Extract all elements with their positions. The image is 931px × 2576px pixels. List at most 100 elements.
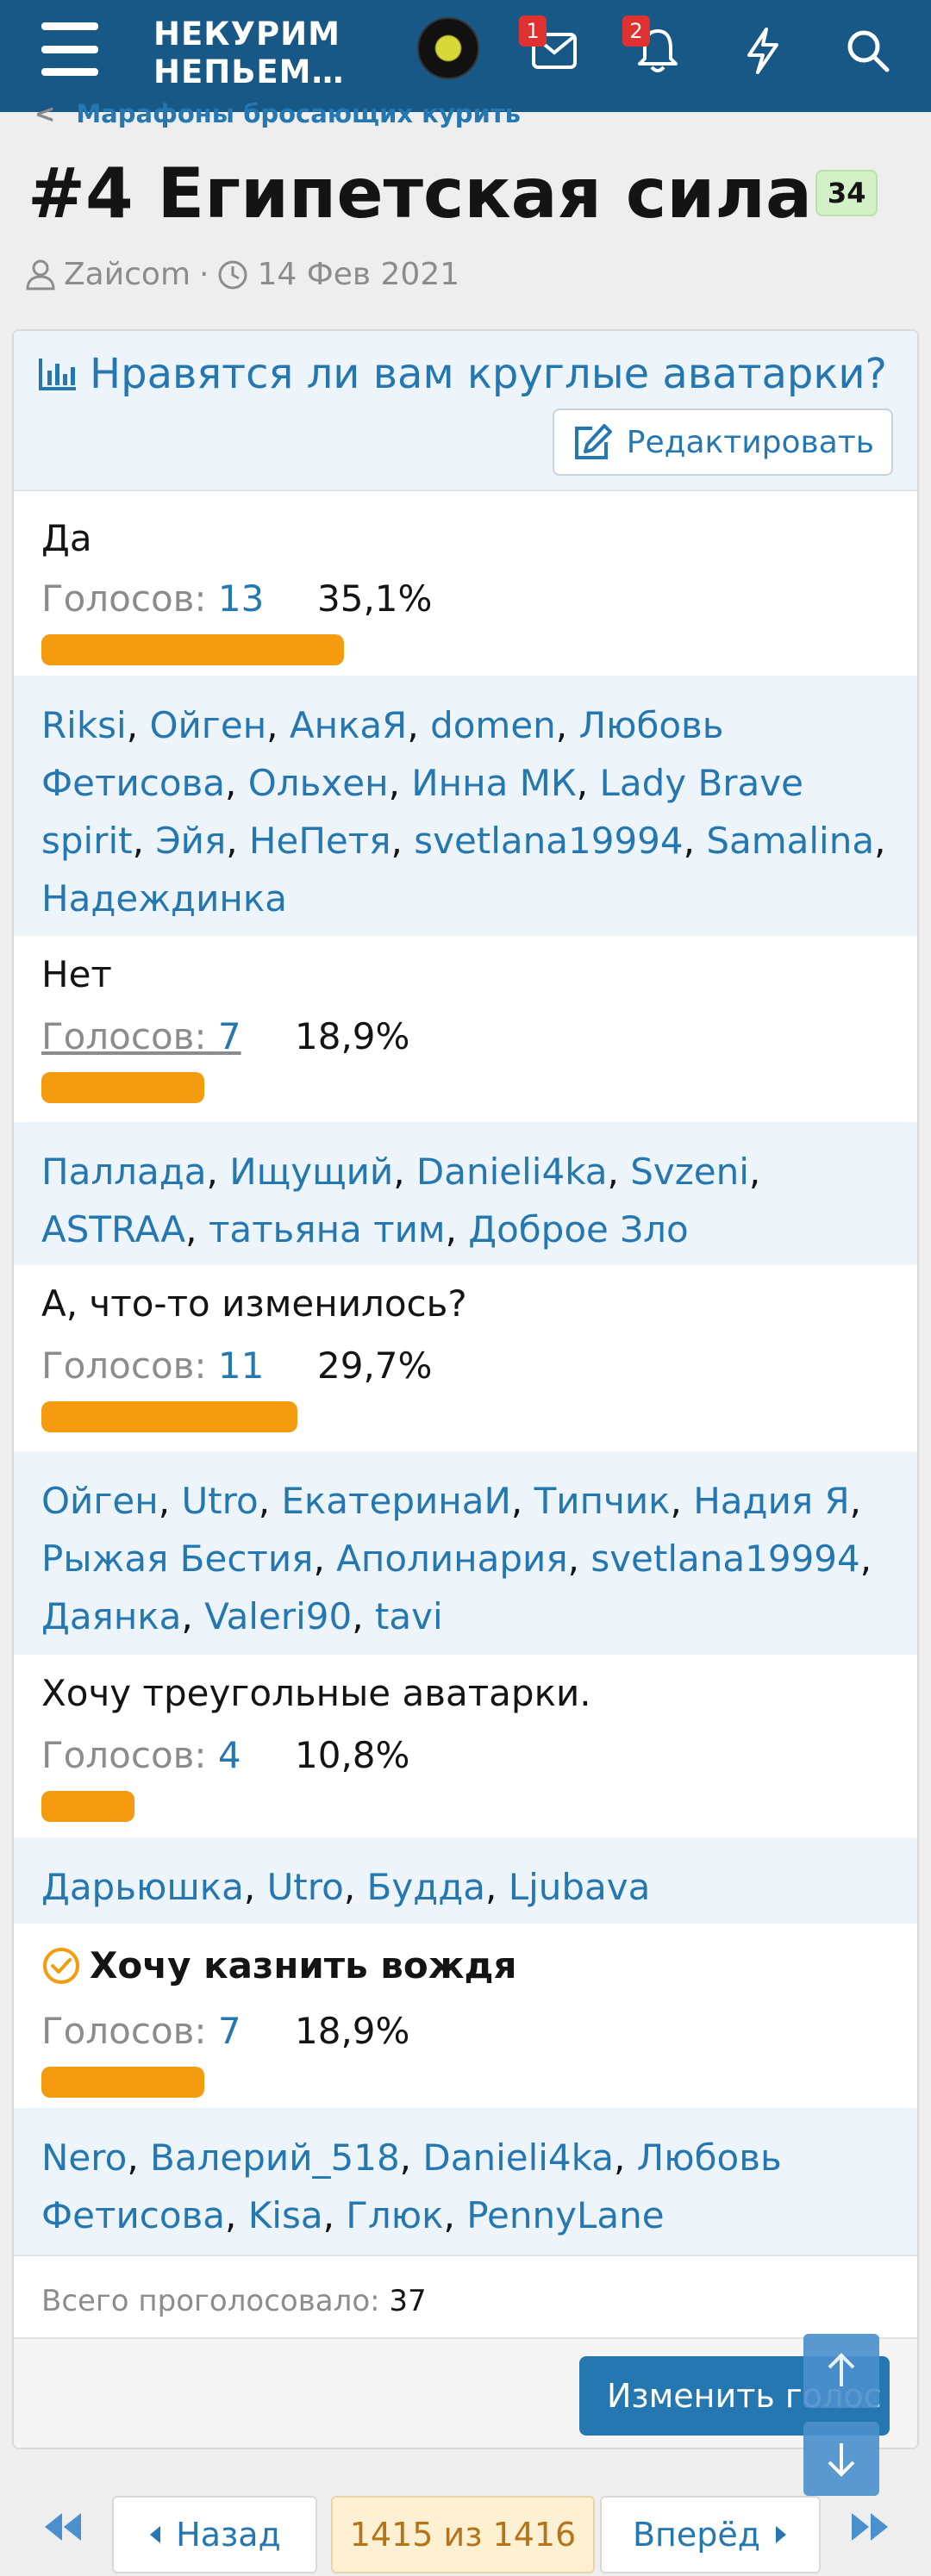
breadcrumb-label: Марафоны бросающих курить (76, 99, 521, 128)
poll-option-label: Хочу казнить вождя (41, 1944, 516, 1987)
site-logo[interactable]: НЕКУРИМ НЕПЬЕМ… (153, 16, 345, 91)
poll-option-label: А, что-то изменилось? (41, 1282, 467, 1325)
vote-percent: 18,9% (295, 2010, 410, 2052)
voter-link[interactable]: Riksi (41, 704, 127, 746)
voter-link[interactable]: Ойген (41, 1480, 159, 1522)
bell-icon[interactable]: 2 (622, 16, 688, 81)
voter-link[interactable]: Эйя (155, 820, 226, 862)
voter-link[interactable]: Даянка (41, 1595, 181, 1637)
first-page-icon[interactable] (43, 2508, 83, 2552)
thread-badge: 34 (815, 170, 878, 217)
breadcrumb[interactable]: < Марафоны бросающих курить (34, 99, 521, 128)
menu-icon[interactable] (41, 22, 98, 76)
vote-count[interactable]: Голосов: 11 (41, 1344, 264, 1387)
scroll-up-button[interactable] (803, 2334, 879, 2408)
voter-link[interactable]: PennyLane (466, 2194, 664, 2236)
voter-link[interactable]: Рыжая Бестия (41, 1537, 313, 1580)
voter-link[interactable]: ASTRAA (41, 1208, 185, 1251)
messages-icon[interactable]: 1 (519, 16, 584, 81)
voter-link[interactable]: Инна МК (411, 762, 576, 804)
voter-link[interactable]: Ljubava (509, 1866, 651, 1908)
poll-question: Нравятся ли вам круглые аватарки? (38, 350, 887, 398)
voter-link[interactable]: Ойген (149, 704, 266, 746)
voter-link[interactable]: svetlana19994 (590, 1537, 859, 1580)
voter-link[interactable]: татьяна тим (209, 1208, 446, 1251)
voter-link[interactable]: ЕкатеринаИ (281, 1480, 511, 1522)
votes-number: 7 (217, 2010, 241, 2052)
voter-link[interactable]: Utro (267, 1866, 344, 1908)
voter-link[interactable]: Kisa (248, 2194, 323, 2236)
voter-link[interactable]: svetlana19994 (414, 820, 683, 862)
voter-link[interactable]: Глюк (346, 2194, 443, 2236)
voter-link[interactable]: Надеждинка (41, 877, 287, 920)
search-icon[interactable] (838, 21, 898, 81)
caret-left-icon (150, 2526, 161, 2543)
voter-link[interactable]: domen (430, 704, 556, 746)
voter-link[interactable]: Ольхен (248, 762, 389, 804)
thread-author[interactable]: Zайcom (64, 257, 191, 292)
voter-link[interactable]: Danieli4ka (422, 2136, 614, 2179)
vote-count[interactable]: Голосов: 7 (41, 1015, 241, 1057)
voter-link[interactable]: Валерий_518 (150, 2136, 400, 2179)
voter-link[interactable]: Utro (181, 1480, 258, 1522)
total-votes: Всего проголосовало: 37 (14, 2255, 917, 2336)
voter-link[interactable]: Ищущий (229, 1151, 393, 1193)
voter-link[interactable]: Надия Я (693, 1480, 849, 1522)
vote-count[interactable]: Голосов: 7 (41, 2010, 241, 2052)
voter-link[interactable]: Danieli4ka (416, 1151, 608, 1193)
voter-link[interactable]: Nero (41, 2136, 127, 2179)
votes-label: Голосов: (41, 1734, 207, 1776)
votes-label: Голосов: (41, 1344, 207, 1387)
vote-percent: 18,9% (295, 1015, 410, 1057)
voter-link[interactable]: Доброе Зло (468, 1208, 688, 1251)
prev-page-label: Назад (176, 2516, 281, 2554)
vote-bar (41, 1401, 297, 1432)
voters-list: Ойген, Utro, ЕкатеринаИ, Типчик, Надия Я… (14, 1451, 917, 1655)
vote-bar (41, 634, 344, 665)
poll-block: Нравятся ли вам круглые аватарки? Редакт… (12, 329, 919, 2449)
voter-link[interactable]: АнкаЯ (290, 704, 407, 746)
poll-footer: Изменить голос (14, 2337, 917, 2448)
arrow-down-icon (828, 2443, 855, 2477)
vote-count[interactable]: Голосов: 4 (41, 1734, 241, 1776)
check-circle-icon (43, 1947, 79, 1984)
vote-percent: 10,8% (295, 1734, 410, 1776)
edit-button[interactable]: Редактировать (552, 409, 893, 476)
current-page[interactable]: 1415 из 1416 (331, 2496, 595, 2573)
voter-link[interactable]: Аполинария (336, 1537, 567, 1580)
edit-label: Редактировать (626, 424, 874, 460)
prev-page-button[interactable]: Назад (112, 2496, 317, 2573)
edit-icon (574, 424, 612, 459)
next-page-label: Вперёд (632, 2516, 761, 2554)
votes-label: Голосов: (41, 577, 207, 620)
voter-link[interactable]: Samalina (706, 820, 874, 862)
voter-link[interactable]: Дарьюшка (41, 1866, 244, 1908)
voter-link[interactable]: НеПетя (249, 820, 391, 862)
lightning-icon[interactable] (733, 21, 793, 81)
pagination: Назад 1415 из 1416 Вперёд (0, 2496, 931, 2576)
poll-option-label: Да (41, 517, 92, 559)
voters-list: Nero, Валерий_518, Danieli4ka, Любовь Фе… (14, 2108, 917, 2255)
scroll-down-button[interactable] (803, 2422, 879, 2496)
user-avatar[interactable] (417, 17, 479, 79)
bar-chart-icon (39, 359, 76, 390)
voter-link[interactable]: Svzeni (630, 1151, 749, 1193)
voter-link[interactable]: Типчик (534, 1480, 671, 1522)
voter-link[interactable]: Паллада (41, 1151, 207, 1193)
voter-link[interactable]: tavi (375, 1595, 443, 1637)
voter-link[interactable]: Будда (367, 1866, 485, 1908)
alerts-badge: 2 (622, 16, 650, 47)
next-page-button[interactable]: Вперёд (600, 2496, 821, 2573)
vote-count[interactable]: Голосов: 13 (41, 577, 264, 620)
voter-link[interactable]: Valeri90 (204, 1595, 352, 1637)
messages-badge: 1 (519, 16, 547, 47)
last-page-icon[interactable] (850, 2508, 890, 2552)
top-navigation-bar: НЕКУРИМ НЕПЬЕМ… 1 2 (0, 0, 931, 112)
total-votes-number: 37 (389, 2284, 427, 2318)
poll-option-label-text: Хочу казнить вождя (90, 1944, 517, 1987)
logo-line-2: НЕПЬЕМ… (153, 53, 345, 90)
thread-date[interactable]: 14 Фев 2021 (257, 257, 459, 292)
caret-right-icon (776, 2526, 787, 2543)
thread-title-text: #4 Египетская сила (28, 153, 812, 234)
thread-meta: Zайcom · 14 Фев 2021 (26, 257, 459, 292)
